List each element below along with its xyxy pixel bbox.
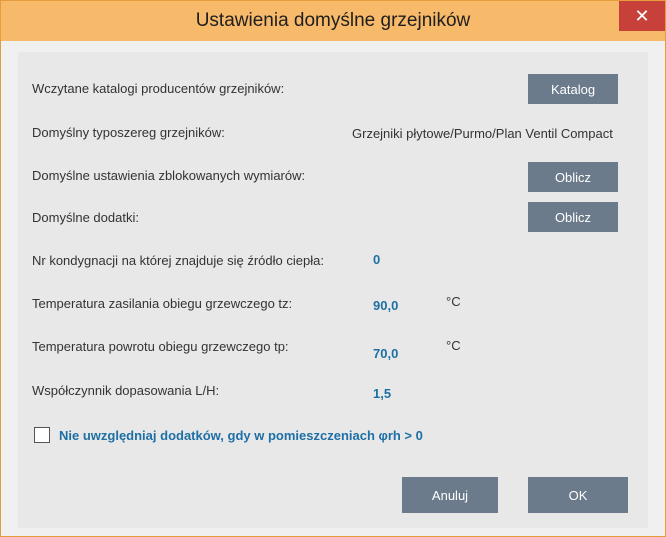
blocked-dimensions-label: Domyślne ustawienia zblokowanych wymiaró…	[32, 168, 306, 183]
ratio-label: Współczynnik dopasowania L/H:	[32, 383, 220, 398]
supply-temp-unit: °C	[446, 294, 461, 309]
supply-temp-label: Temperatura zasilania obiegu grzewczego …	[32, 296, 293, 311]
supply-temp-value[interactable]: 90,0	[373, 298, 398, 313]
return-temp-value[interactable]: 70,0	[373, 346, 398, 361]
close-icon: ✕	[634, 6, 650, 26]
settings-dialog: Ustawienia domyślne grzejników ✕ Wczytan…	[0, 0, 666, 537]
extras-button[interactable]: Oblicz	[528, 202, 618, 232]
floor-label: Nr kondygnacji na której znajduje się źr…	[32, 253, 324, 268]
settings-panel: Wczytane katalogi producentów grzejników…	[18, 52, 648, 528]
ratio-value[interactable]: 1,5	[373, 386, 391, 401]
cancel-button[interactable]: Anuluj	[402, 477, 498, 513]
catalog-label: Wczytane katalogi producentów grzejników…	[32, 81, 285, 96]
return-temp-label: Temperatura powrotu obiegu grzewczego tp…	[32, 339, 289, 354]
title-bar: Ustawienia domyślne grzejników ✕	[1, 1, 665, 41]
series-label: Domyślny typoszereg grzejników:	[32, 125, 225, 140]
close-button[interactable]: ✕	[619, 1, 665, 31]
extras-label: Domyślne dodatki:	[32, 210, 139, 225]
series-value: Grzejniki płytowe/Purmo/Plan Ventil Comp…	[352, 126, 613, 141]
floor-value[interactable]: 0	[373, 252, 380, 267]
catalog-button[interactable]: Katalog	[528, 74, 618, 104]
blocked-dimensions-button[interactable]: Oblicz	[528, 162, 618, 192]
ignore-extras-label: Nie uwzględniaj dodatków, gdy w pomieszc…	[59, 428, 423, 443]
dialog-title: Ustawienia domyślne grzejników	[195, 10, 471, 31]
return-temp-unit: °C	[446, 338, 461, 353]
ok-button[interactable]: OK	[528, 477, 628, 513]
ignore-extras-checkbox[interactable]	[34, 427, 50, 443]
